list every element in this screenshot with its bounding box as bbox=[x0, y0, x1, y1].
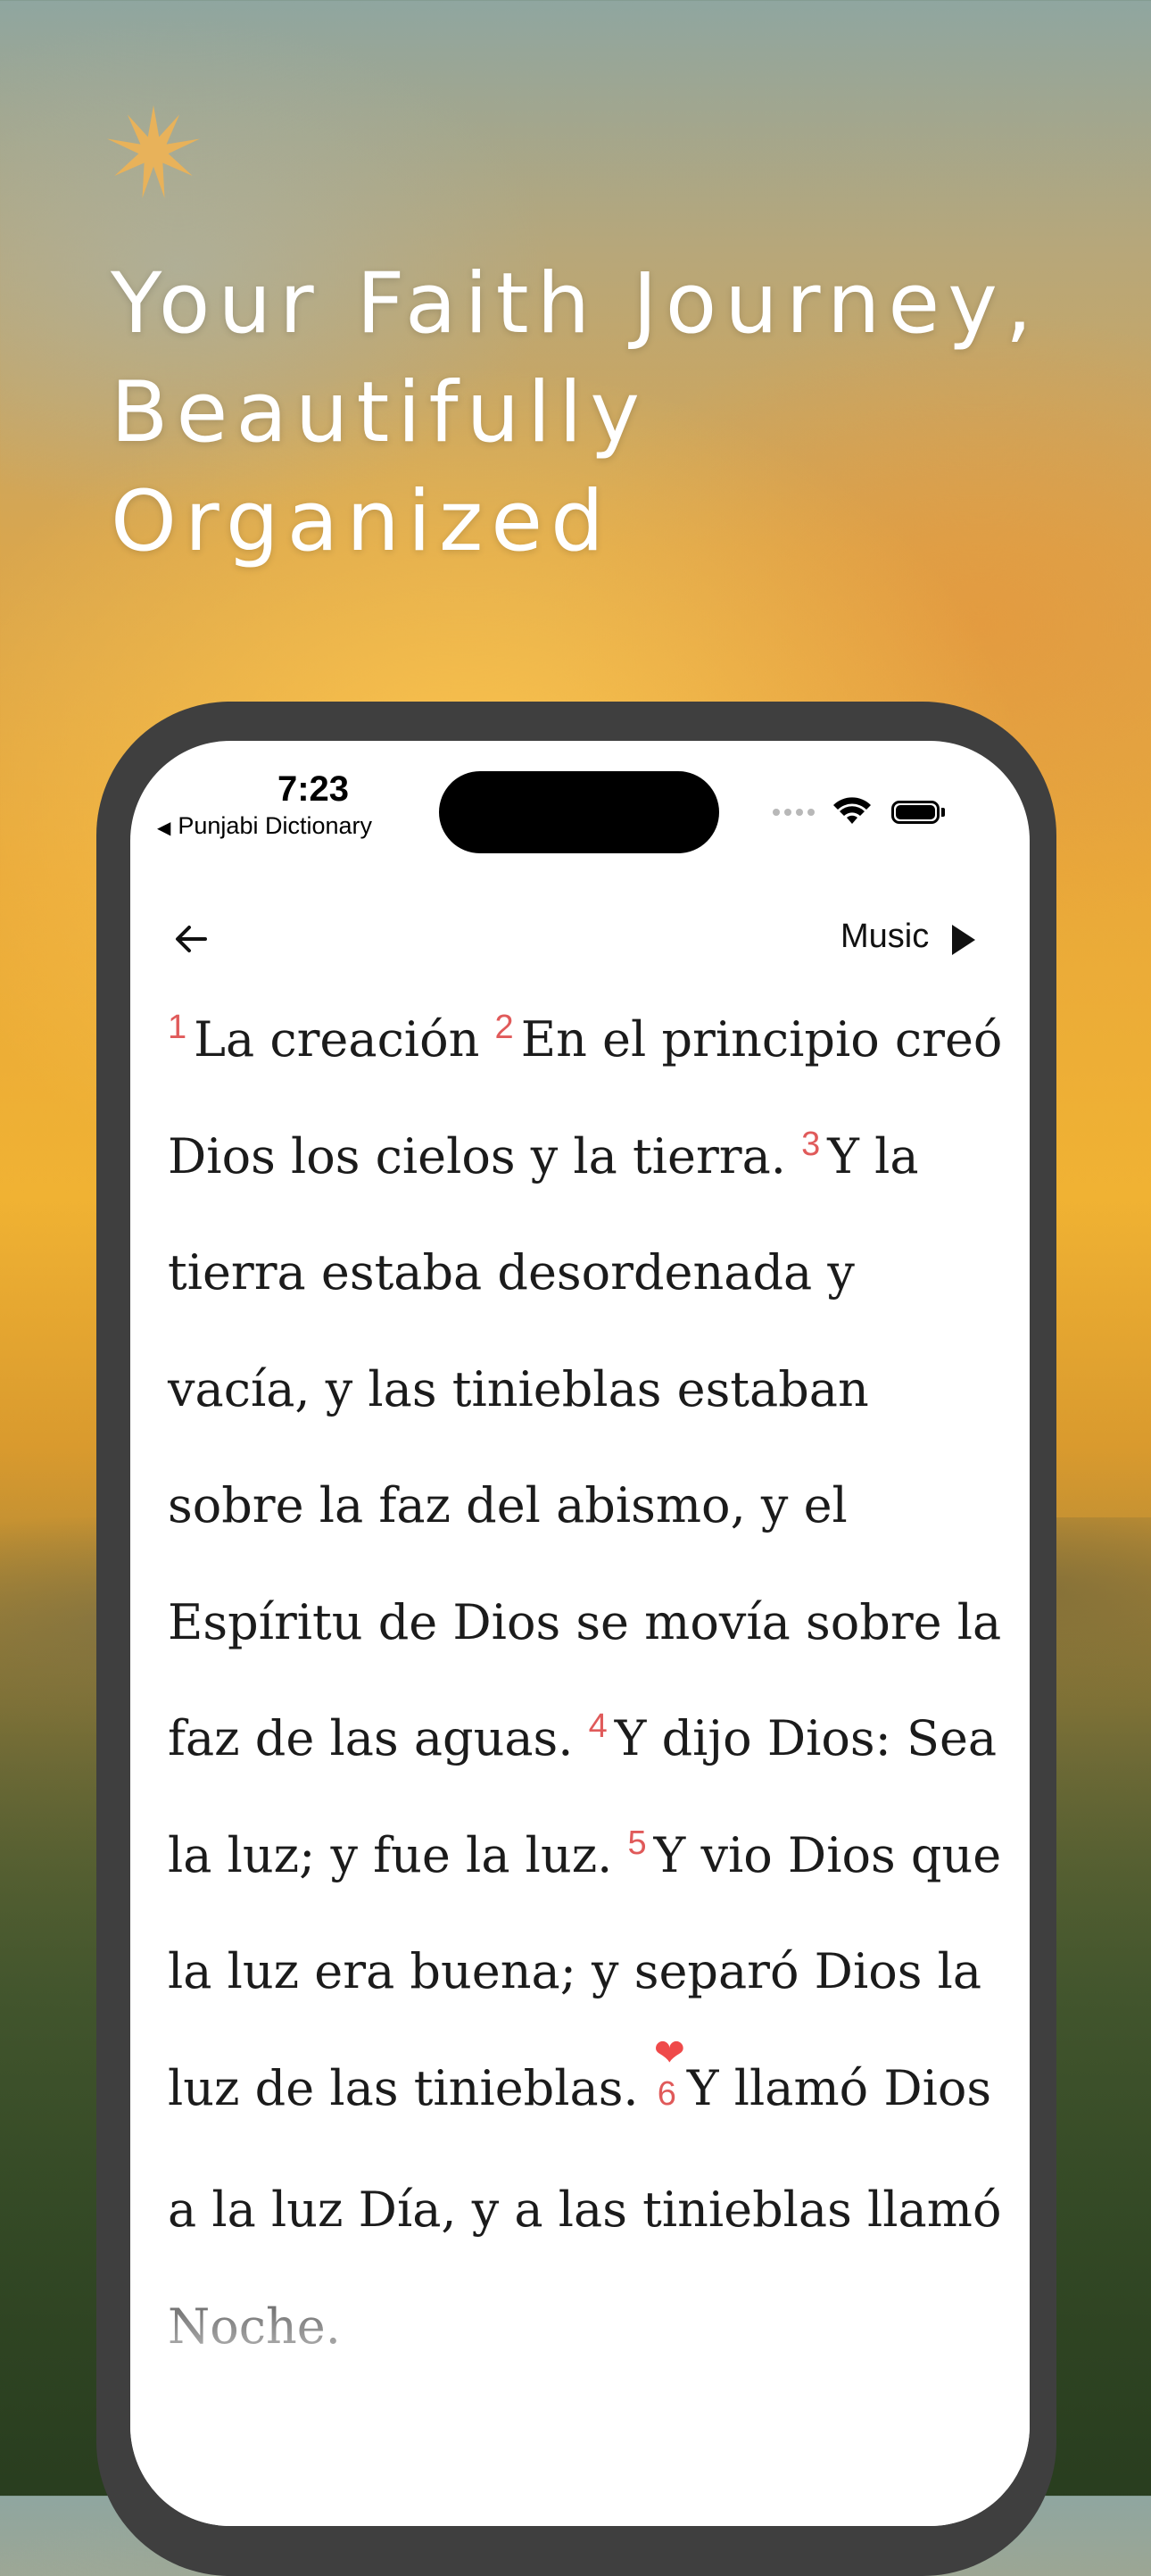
back-arrow-icon[interactable] bbox=[170, 918, 212, 960]
back-to-app-link[interactable]: ◀ Punjabi Dictionary bbox=[157, 812, 372, 840]
back-triangle-icon: ◀ bbox=[157, 819, 171, 838]
dynamic-island bbox=[439, 771, 719, 853]
music-button[interactable]: Music bbox=[840, 918, 976, 956]
favorited-verse-marker[interactable]: ❤ 6 bbox=[654, 2032, 685, 2153]
music-label: Music bbox=[840, 918, 930, 955]
wifi-icon bbox=[833, 797, 871, 824]
headline-line-3: Organized bbox=[111, 473, 612, 570]
promo-headline: Your Faith Journey, Beautifully Organize… bbox=[111, 250, 1110, 577]
battery-icon bbox=[891, 801, 940, 824]
verse-number[interactable]: 3 bbox=[801, 1126, 820, 1163]
signal-dots-icon bbox=[773, 809, 815, 816]
headline-line-2: Beautifully bbox=[111, 364, 649, 461]
status-indicators bbox=[773, 794, 945, 830]
scroll-fade bbox=[130, 2240, 1030, 2526]
battery-tip bbox=[941, 808, 945, 817]
verse-number[interactable]: 5 bbox=[628, 1824, 647, 1862]
verse-number[interactable]: 2 bbox=[495, 1009, 514, 1046]
verse-text[interactable]: Y la tierra estaba desordenada y vacía, … bbox=[168, 1128, 1001, 1767]
verse-number[interactable]: 4 bbox=[589, 1708, 608, 1745]
status-time: 7:23 bbox=[277, 769, 350, 809]
heart-icon: ❤ bbox=[653, 2031, 685, 2073]
sun-star-icon bbox=[107, 105, 200, 198]
verse-number[interactable]: 1 bbox=[168, 1009, 186, 1046]
back-app-label: Punjabi Dictionary bbox=[178, 812, 372, 839]
scripture-text: 1 La creación 2 En el principio creó Dios … bbox=[168, 982, 1006, 2385]
play-icon bbox=[952, 924, 976, 955]
phone-screen: 7:23 ◀ Punjabi Dictionary Music 1 La creac… bbox=[130, 741, 1030, 2526]
headline-line-1: Your Faith Journey, bbox=[111, 255, 1040, 353]
verse-text[interactable]: La creación bbox=[194, 1011, 479, 1068]
